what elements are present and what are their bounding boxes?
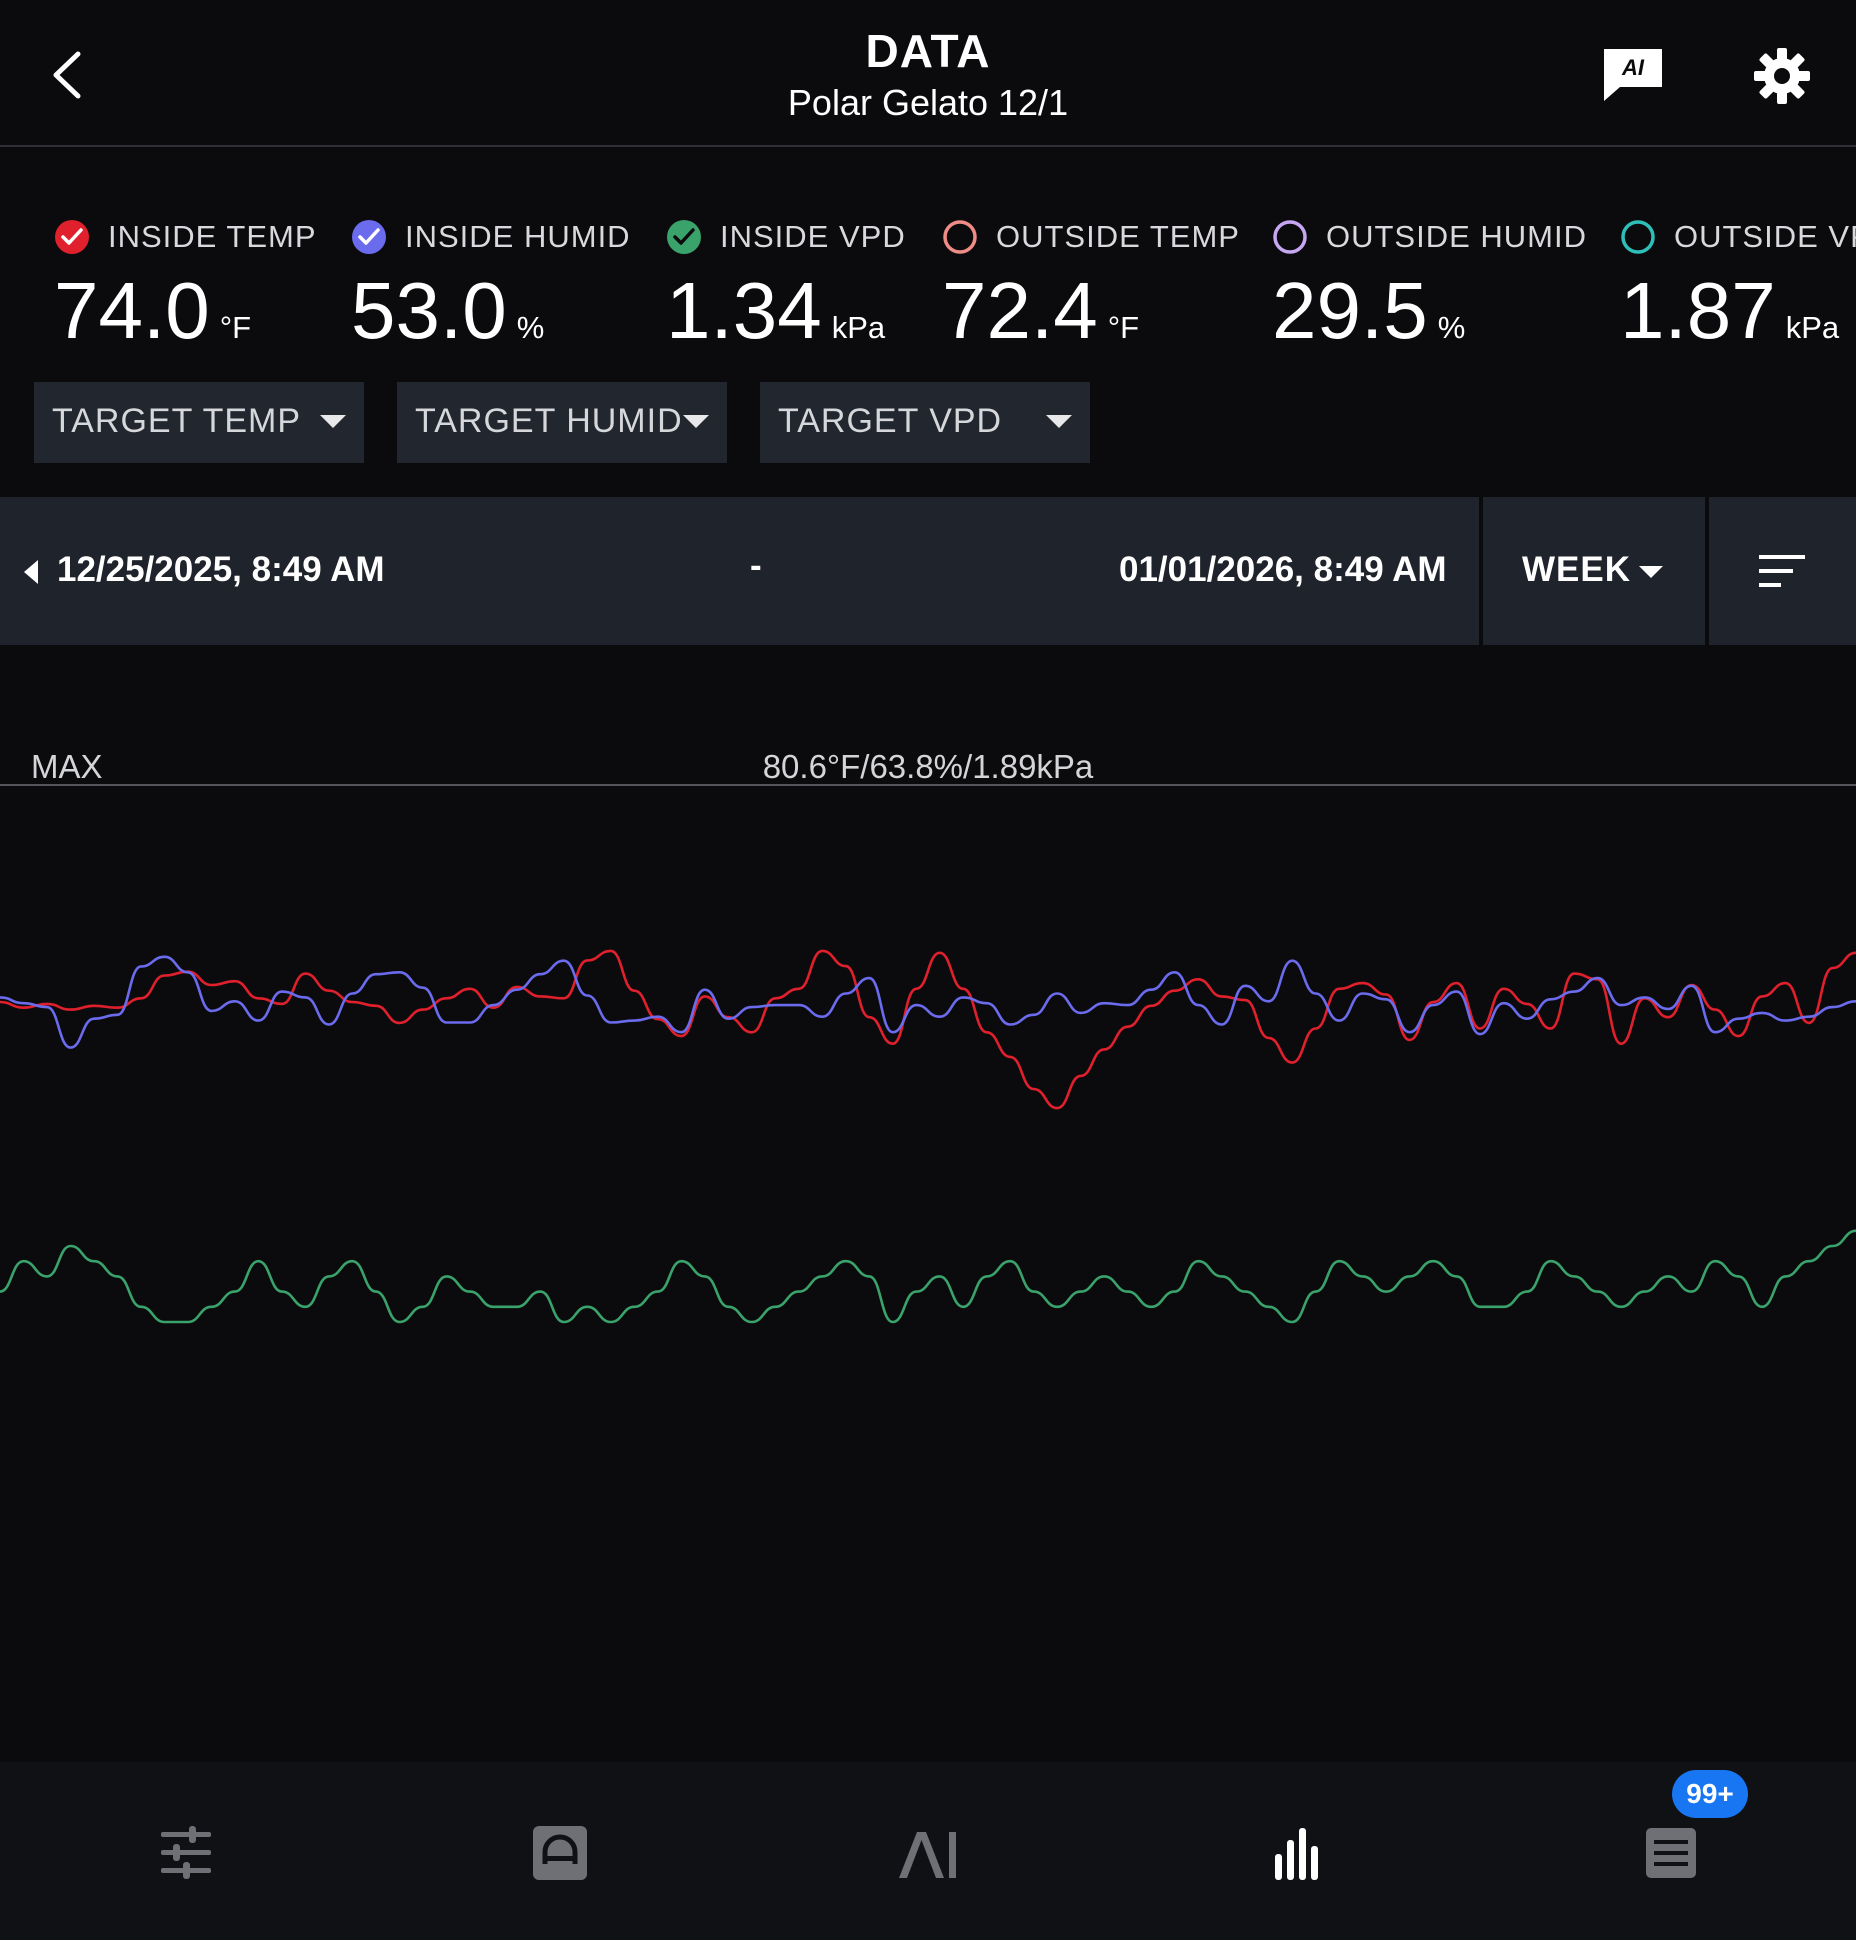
start-date[interactable]: 12/25/2025, 8:49 AM: [57, 550, 385, 590]
caret-down-icon: [1046, 415, 1072, 428]
sensor-readings: INSIDE TEMP 74.0 °F INSIDE HUMID 53.0% IN…: [0, 205, 1856, 355]
automation-icon[interactable]: [525, 1818, 595, 1888]
gear-icon[interactable]: [1752, 46, 1812, 106]
page-title: DATA: [865, 25, 991, 77]
metric-label: OUTSIDE TEMP: [996, 219, 1240, 254]
period-label: WEEK: [1522, 550, 1631, 589]
metric-value: 1.87 kPa: [1620, 266, 1840, 355]
target-vpd-dropdown[interactable]: TARGET VPD: [760, 382, 1090, 463]
line-chart[interactable]: [0, 790, 1856, 1760]
max-value: 80.6°F/63.8%/1.89kPa: [762, 748, 1094, 785]
dropdown-label: TARGET TEMP: [52, 402, 302, 440]
metric-unit: °F: [1107, 310, 1140, 345]
notifications-list-icon[interactable]: [1636, 1818, 1706, 1888]
device-name: Polar Gelato 12/1: [787, 82, 1069, 123]
metric-unit: %: [516, 310, 545, 345]
sort-icon[interactable]: [1759, 553, 1807, 589]
metric-value: 1.34 kPa: [666, 266, 886, 355]
end-date[interactable]: 01/01/2026, 8:49 AM: [1119, 550, 1447, 590]
metric-value: 74.0 °F: [54, 266, 252, 355]
metric-label: OUTSIDE VPD: [1674, 219, 1856, 254]
caret-down-icon: [683, 415, 709, 428]
check-icon[interactable]: [351, 219, 387, 255]
metric-unit: %: [1437, 310, 1466, 345]
metric-unit: °F: [219, 310, 252, 345]
metric-label: INSIDE TEMP: [108, 219, 317, 254]
metric-label: INSIDE HUMID: [405, 219, 631, 254]
data-chart-icon[interactable]: [1263, 1818, 1333, 1888]
ai-chat-icon[interactable]: AI: [1600, 45, 1666, 105]
period-dropdown[interactable]: WEEK: [1483, 497, 1705, 645]
metric-unit: kPa: [831, 310, 886, 345]
metric-outside-humid[interactable]: OUTSIDE HUMID 29.5%: [1272, 205, 1602, 355]
series-line-inside-temp: [0, 949, 1856, 1110]
caret-down-icon: [1639, 566, 1663, 578]
series-line-inside-vpd: [0, 1229, 1856, 1324]
metric-value: 29.5%: [1272, 266, 1466, 355]
top-bar: DATA Polar Gelato 12/1 AI: [0, 0, 1856, 147]
metric-value: 53.0%: [351, 266, 545, 355]
check-icon[interactable]: [666, 219, 702, 255]
metric-outside-temp[interactable]: OUTSIDE TEMP 72.4 °F: [942, 205, 1272, 355]
check-icon[interactable]: [54, 219, 90, 255]
max-line: [0, 784, 1856, 786]
notification-badge: 99+: [1672, 1770, 1748, 1818]
metric-inside-temp[interactable]: INSIDE TEMP 74.0 °F: [54, 205, 384, 355]
metric-inside-humid[interactable]: INSIDE HUMID 53.0%: [351, 205, 681, 355]
date-separator: -: [750, 546, 762, 585]
caret-down-icon: [320, 415, 346, 428]
controls-sliders-icon[interactable]: [151, 1818, 221, 1888]
dropdown-label: TARGET VPD: [778, 402, 1003, 440]
metric-label: INSIDE VPD: [720, 219, 906, 254]
unchecked-circle-icon[interactable]: [1272, 219, 1308, 255]
dropdown-label: TARGET HUMID: [415, 402, 683, 440]
target-temp-dropdown[interactable]: TARGET TEMP: [34, 382, 364, 463]
metric-outside-vpd[interactable]: OUTSIDE VPD 1.87kPa: [1620, 205, 1856, 355]
ai-icon-text: AI: [1621, 55, 1645, 80]
bottom-nav: [0, 1762, 1856, 1940]
unchecked-circle-icon[interactable]: [1620, 219, 1656, 255]
previous-range-icon[interactable]: [20, 558, 42, 586]
unchecked-circle-icon[interactable]: [942, 219, 978, 255]
metric-unit: kPa: [1785, 310, 1840, 345]
divider: [1705, 497, 1709, 645]
metric-value: 72.4 °F: [942, 266, 1140, 355]
target-humid-dropdown[interactable]: TARGET HUMID: [397, 382, 727, 463]
ai-icon[interactable]: [893, 1818, 963, 1888]
metric-label: OUTSIDE HUMID: [1326, 219, 1587, 254]
